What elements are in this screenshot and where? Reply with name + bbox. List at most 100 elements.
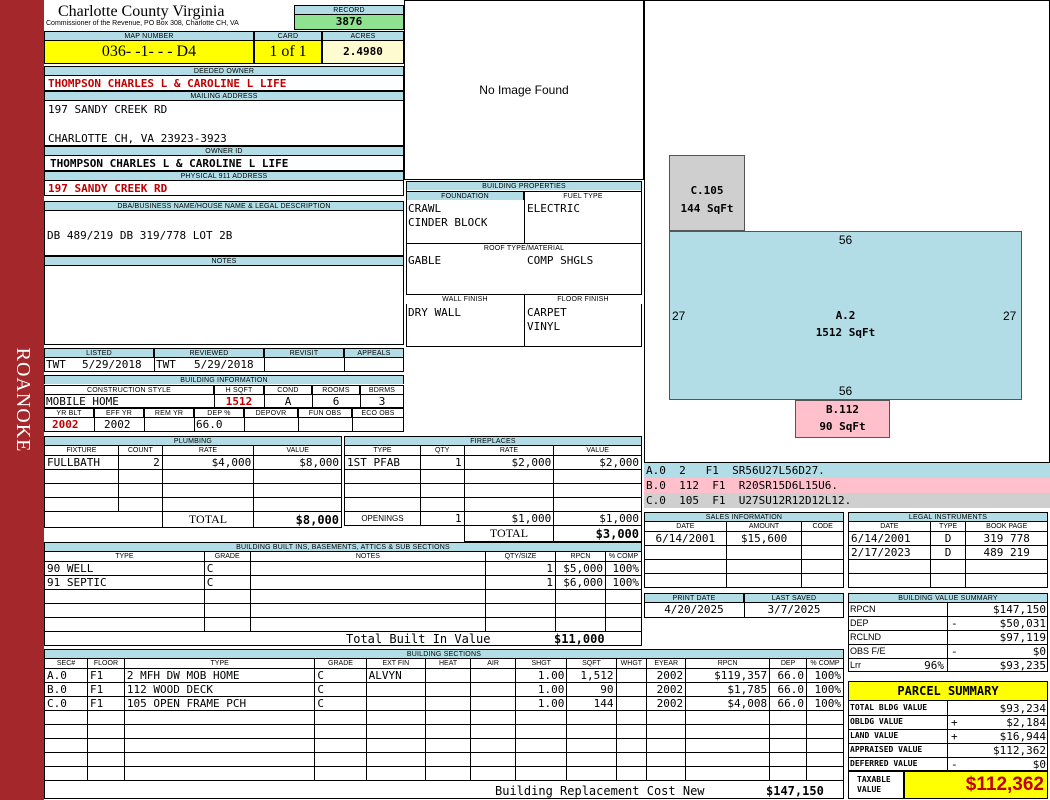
mailing-line2: CHARLOTTE CH, VA 23923-3923 <box>48 132 227 145</box>
section-eyear: 2002 <box>646 696 687 711</box>
wall-finish-label: WALL FINISH <box>406 295 524 304</box>
sections-total-label: Building Replacement Cost New <box>495 784 705 798</box>
sections-total: $147,150 <box>766 784 824 798</box>
ps-value-appraised: $112,362 <box>993 744 1046 757</box>
builtin-grade: C <box>203 575 251 590</box>
legal-instruments-label: LEGAL INSTRUMENTS <box>848 512 1048 521</box>
record-value: 3876 <box>294 14 404 30</box>
cond-label: COND <box>264 385 312 394</box>
builtin-qty: 1 <box>485 575 556 590</box>
notes-label: NOTES <box>44 256 404 265</box>
vs-label-obs: OBS F/E <box>850 646 886 656</box>
revisit-label: REVISIT <box>264 348 344 357</box>
bdrms-label: BDRMS <box>360 385 404 394</box>
wall-finish: DRY WALL <box>408 306 461 319</box>
openings-label: OPENINGS <box>344 511 421 526</box>
section-extfin <box>365 682 427 697</box>
print-date-label: PRINT DATE <box>644 593 744 602</box>
plumbing-col-fixture: FIXTURE <box>44 445 119 456</box>
builtins-col-notes: NOTES <box>249 551 487 562</box>
ps-value-total-bldg: $93,234 <box>999 702 1046 715</box>
legal-bookpage: 319 778 <box>965 531 1048 546</box>
builtin-notes <box>249 575 487 590</box>
builtin-notes <box>249 561 487 576</box>
legal-date: 2/17/2023 <box>848 545 931 560</box>
reviewed-by: TWT <box>156 358 176 371</box>
reviewed-date: 5/29/2018 <box>194 358 254 371</box>
fireplace-rate: $2,000 <box>463 455 555 470</box>
floor-finish-1: CARPET <box>527 306 567 319</box>
builtin-grade: C <box>203 561 251 576</box>
sections-table: SEC# FLOOR TYPE GRADE EXT FIN HEAT AIR S… <box>43 658 844 781</box>
section-rpcn: $4,008 <box>685 696 771 711</box>
table-row: FULLBATH 2 $4,000 $8,000 <box>44 455 342 470</box>
map-number: 036- -1- - - D4 <box>44 40 254 64</box>
fireplace-total-label: TOTAL <box>463 525 555 542</box>
fireplace-openings-row: OPENINGS 1 $1,000 $1,000 <box>344 511 642 526</box>
table-row <box>44 483 342 498</box>
section-sqft: 144 <box>566 696 617 711</box>
builtin-comp: 100% <box>604 575 643 590</box>
sections-col-dep: DEP <box>769 658 807 669</box>
sections-col-whgt: WHGT <box>615 658 648 669</box>
print-date: 4/20/2025 <box>664 603 724 616</box>
plumbing-col-rate: RATE <box>161 445 255 456</box>
section-air <box>470 696 517 711</box>
table-row: 2/17/2023 D 489 219 <box>848 545 1048 560</box>
listed-by: TWT <box>46 358 66 371</box>
vs-value-dep: $50,031 <box>999 617 1046 630</box>
notes-box <box>44 265 404 345</box>
builtin-comp: 100% <box>604 561 643 576</box>
card-label: CARD <box>254 31 322 40</box>
section-heat <box>425 682 472 697</box>
plumbing-rate: $4,000 <box>161 455 255 470</box>
value-summary-label: BUILDING VALUE SUMMARY <box>848 593 1048 602</box>
taxable-value: $112,362 <box>904 771 1048 799</box>
dep-value: 66.0 <box>196 418 223 431</box>
building-info-label: BUILDING INFORMATION <box>44 375 404 384</box>
section-dep: 66.0 <box>769 696 807 711</box>
parcel-summary-title: PARCEL SUMMARY <box>848 681 1048 701</box>
record-label: RECORD <box>294 5 404 14</box>
fireplaces-table: TYPE QTY RATE VALUE 1ST PFAB 1 $2,000 $2… <box>344 445 642 542</box>
section-whgt <box>615 682 648 697</box>
section-heat <box>425 696 472 711</box>
sale-amount: $15,600 <box>725 531 803 546</box>
openings-value: $1,000 <box>553 511 642 526</box>
eco-obs-label: ECO OBS <box>352 408 404 417</box>
sections-col-air: AIR <box>470 658 517 669</box>
plumbing-total: $8,000 <box>253 511 342 528</box>
fuel-type-label: FUEL TYPE <box>524 191 642 200</box>
table-row <box>43 766 844 781</box>
table-row <box>44 603 643 618</box>
floor-finish-label: FLOOR FINISH <box>524 295 642 304</box>
table-row <box>43 738 844 753</box>
table-row <box>43 752 844 767</box>
sections-col-shgt: SHGT <box>515 658 568 669</box>
table-row: 6/14/2001 $15,600 <box>644 531 844 546</box>
plumbing-value: $8,000 <box>253 455 342 470</box>
sections-col-type: TYPE <box>123 658 316 669</box>
section-sqft: 1,512 <box>566 668 617 683</box>
building-info-row2 <box>44 417 404 432</box>
section-air <box>470 682 517 697</box>
section-shgt: 1.00 <box>515 668 568 683</box>
builtin-type: 91 SEPTIC <box>44 575 205 590</box>
cond-value: A <box>284 395 292 408</box>
section-rpcn: $119,357 <box>685 668 771 683</box>
rooms-label: ROOMS <box>312 385 360 394</box>
legal-header-row: DATE TYPE BOOK PAGE <box>848 521 1048 532</box>
plumbing-fixture: FULLBATH <box>44 455 119 470</box>
fireplace-col-type: TYPE <box>344 445 421 456</box>
section-heat <box>425 668 472 683</box>
fireplace-qty: 1 <box>419 455 465 470</box>
foundation-label: FOUNDATION <box>406 191 524 200</box>
legal-date: 6/14/2001 <box>848 531 931 546</box>
legal-col-type: TYPE <box>929 521 967 532</box>
sale-code <box>801 531 844 546</box>
plumbing-total-label: TOTAL <box>161 511 255 528</box>
table-row: B.0 F1 112 WOOD DECK C 1.00 90 2002 $1,7… <box>43 682 844 697</box>
sections-col-eyear: EYEAR <box>646 658 687 669</box>
roof-label: ROOF TYPE/MATERIAL <box>406 243 642 252</box>
plumbing-total-row: TOTAL $8,000 <box>44 511 342 528</box>
